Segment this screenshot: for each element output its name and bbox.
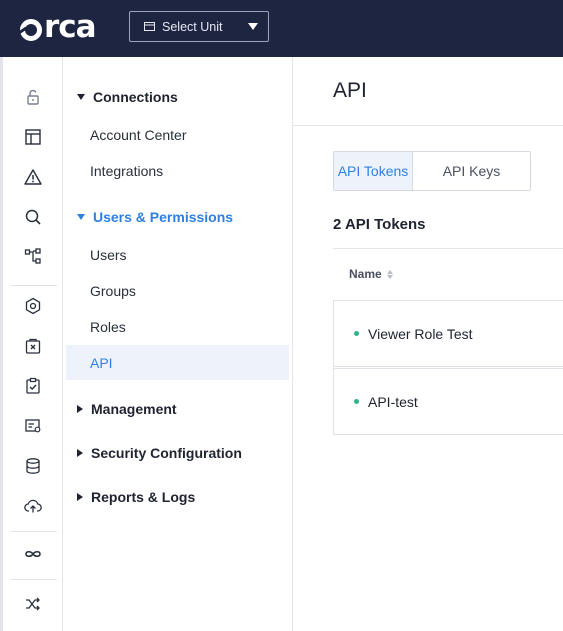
search-icon[interactable]: [23, 207, 43, 227]
rail-divider: [11, 531, 57, 532]
nav-item-account-center[interactable]: Account Center: [66, 117, 289, 152]
nav-item-groups[interactable]: Groups: [66, 273, 289, 308]
status-dot-icon: [354, 399, 359, 404]
sort-icon: [386, 269, 393, 279]
settings-nav: Connections Account Center Integrations …: [63, 57, 293, 631]
token-name: API-test: [368, 393, 418, 410]
nav-section-security-configuration[interactable]: Security Configuration: [77, 445, 242, 461]
cloud-upload-icon[interactable]: [23, 496, 43, 516]
database-icon[interactable]: [23, 456, 43, 476]
nav-item-users[interactable]: Users: [66, 237, 289, 272]
rail-divider: [11, 285, 57, 286]
nav-section-management[interactable]: Management: [77, 401, 177, 417]
collapsed-icon: [77, 449, 83, 457]
dashboard-icon[interactable]: [23, 127, 43, 147]
integrations-icon[interactable]: [23, 544, 43, 564]
title-divider: [293, 125, 563, 126]
nav-section-users-permissions[interactable]: Users & Permissions: [77, 209, 233, 225]
graph-icon[interactable]: [23, 246, 43, 266]
table-row[interactable]: API-test: [333, 368, 563, 435]
table-row[interactable]: Viewer Role Test: [333, 300, 563, 367]
compliance-icon[interactable]: [23, 376, 43, 396]
column-header-name[interactable]: Name: [349, 267, 393, 281]
shuffle-icon[interactable]: [23, 594, 43, 614]
rail-divider: [11, 579, 57, 580]
collapsed-icon: [77, 493, 83, 501]
nav-section-connections[interactable]: Connections: [77, 89, 178, 105]
unlock-icon[interactable]: [23, 87, 43, 107]
expanded-icon: [77, 214, 85, 220]
token-name: Viewer Role Test: [368, 325, 473, 342]
top-bar: rca Select Unit: [0, 0, 563, 57]
nav-item-api[interactable]: API: [66, 345, 289, 380]
collapsed-icon: [77, 405, 83, 413]
orca-logo[interactable]: rca: [20, 9, 97, 45]
select-unit-dropdown[interactable]: Select Unit: [129, 11, 269, 42]
inventory-icon[interactable]: [23, 416, 43, 436]
page-title: API: [333, 79, 367, 102]
table-divider: [333, 248, 563, 249]
nav-section-reports-logs[interactable]: Reports & Logs: [77, 489, 195, 505]
tab-api-tokens[interactable]: API Tokens: [333, 151, 413, 191]
unit-icon: [144, 22, 155, 31]
vulnerability-icon[interactable]: [23, 336, 43, 356]
api-tabs: API Tokens API Keys: [333, 151, 531, 191]
nav-item-integrations[interactable]: Integrations: [66, 153, 289, 188]
caret-down-icon: [248, 23, 258, 30]
select-unit-label: Select Unit: [162, 19, 223, 34]
expanded-icon: [77, 94, 85, 100]
main-content: API API Tokens API Keys 2 API Tokens Nam…: [293, 57, 563, 631]
tab-api-keys[interactable]: API Keys: [413, 151, 531, 191]
logo-mark-icon: [20, 19, 42, 41]
status-dot-icon: [354, 331, 359, 336]
tokens-count-heading: 2 API Tokens: [333, 216, 426, 233]
nav-item-roles[interactable]: Roles: [66, 309, 289, 344]
risk-icon[interactable]: [23, 296, 43, 316]
icon-rail: [0, 57, 63, 631]
alert-icon[interactable]: [23, 167, 43, 187]
